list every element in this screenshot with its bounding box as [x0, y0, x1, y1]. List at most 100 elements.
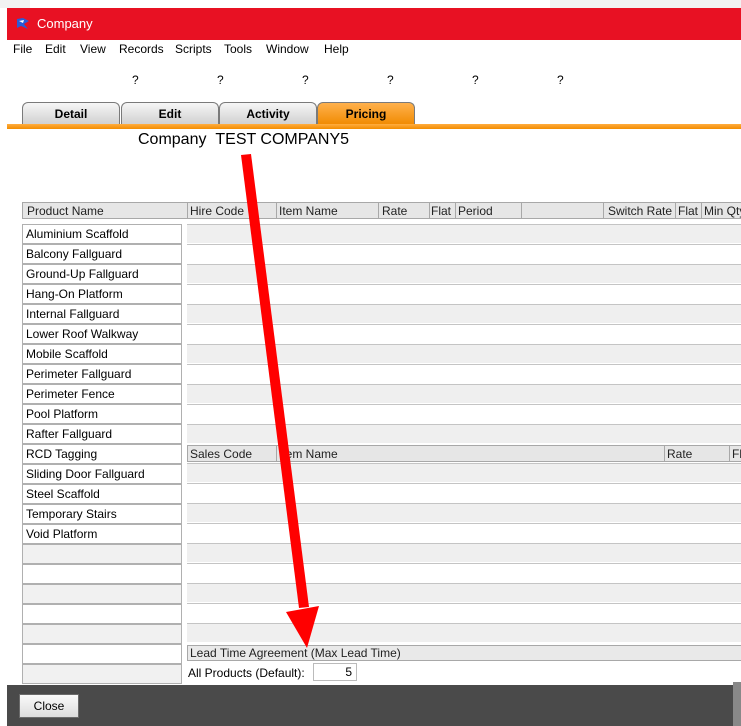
col-rate: Rate — [382, 204, 408, 218]
table-row[interactable] — [187, 224, 741, 243]
col-sales-flat: Fl — [732, 447, 741, 461]
table-row[interactable] — [187, 324, 741, 343]
col-flat: Flat — [431, 204, 452, 218]
product-row[interactable] — [22, 624, 182, 644]
table-row[interactable] — [187, 483, 741, 502]
product-row[interactable]: Hang-On Platform — [22, 284, 182, 304]
lead-time-header: Lead Time Agreement (Max Lead Time) — [187, 645, 741, 661]
product-name: Temporary Stairs — [26, 507, 117, 521]
product-row[interactable]: Temporary Stairs — [22, 504, 182, 524]
product-name-header-label: Product Name — [27, 204, 104, 218]
col-item-name: Item Name — [279, 204, 338, 218]
table-row[interactable] — [187, 304, 741, 323]
product-name: Ground-Up Fallguard — [26, 267, 139, 281]
product-name: Hang-On Platform — [26, 287, 123, 301]
tab-detail[interactable]: Detail — [22, 102, 120, 125]
product-row[interactable] — [22, 644, 182, 664]
toolbar-button-6[interactable]: ? — [557, 73, 564, 87]
product-row[interactable] — [22, 664, 182, 684]
product-row[interactable]: Void Platform — [22, 524, 182, 544]
window-title: Company — [37, 16, 93, 31]
menu-window[interactable]: Window — [266, 42, 309, 56]
product-row[interactable]: Aluminium Scaffold — [22, 224, 182, 244]
menu-view[interactable]: View — [80, 42, 106, 56]
hire-rates-header: Hire Code Item Name Rate Flat Period Swi… — [187, 202, 741, 219]
col-separator — [276, 203, 277, 218]
product-row[interactable]: Ground-Up Fallguard — [22, 264, 182, 284]
toolbar: ? ? ? ? ? ? — [7, 60, 741, 98]
col-separator — [429, 203, 430, 218]
product-row[interactable]: Perimeter Fallguard — [22, 364, 182, 384]
col-separator — [664, 446, 665, 461]
product-row[interactable]: Sliding Door Fallguard — [22, 464, 182, 484]
product-row[interactable] — [22, 604, 182, 624]
menu-file[interactable]: File — [13, 42, 32, 56]
toolbar-button-1[interactable]: ? — [132, 73, 139, 87]
menu-help[interactable]: Help — [324, 42, 349, 56]
col-sales-code: Sales Code — [190, 447, 253, 461]
product-row[interactable] — [22, 584, 182, 604]
table-row[interactable] — [187, 244, 741, 263]
product-row[interactable]: Pool Platform — [22, 404, 182, 424]
col-separator — [701, 203, 702, 218]
lead-time-header-label: Lead Time Agreement (Max Lead Time) — [190, 646, 401, 660]
table-row[interactable] — [187, 563, 741, 582]
product-row[interactable]: Balcony Fallguard — [22, 244, 182, 264]
product-name: Steel Scaffold — [26, 487, 100, 501]
all-products-label: All Products (Default): — [188, 666, 305, 680]
footer-bar: Close — [7, 685, 741, 726]
table-row[interactable] — [187, 603, 741, 622]
toolbar-button-3[interactable]: ? — [302, 73, 309, 87]
col-separator — [455, 203, 456, 218]
title-bar[interactable]: Company — [7, 8, 741, 40]
menu-scripts[interactable]: Scripts — [175, 42, 212, 56]
col-sales-rate: Rate — [667, 447, 693, 461]
product-name: Void Platform — [26, 527, 98, 541]
toolbar-button-4[interactable]: ? — [387, 73, 394, 87]
menu-records[interactable]: Records — [119, 42, 164, 56]
table-row[interactable] — [187, 463, 741, 482]
toolbar-button-5[interactable]: ? — [472, 73, 479, 87]
table-row[interactable] — [187, 583, 741, 602]
product-name: Perimeter Fallguard — [26, 367, 132, 381]
product-name: Rafter Fallguard — [26, 427, 113, 441]
product-row[interactable]: RCD Tagging — [22, 444, 182, 464]
table-row[interactable] — [187, 364, 741, 383]
product-row[interactable]: Internal Fallguard — [22, 304, 182, 324]
col-sales-item-name: Item Name — [279, 447, 338, 461]
table-row[interactable] — [187, 523, 741, 542]
page-title: Company TEST COMPANY5 — [138, 131, 349, 149]
col-separator — [603, 203, 604, 218]
product-row[interactable]: Mobile Scaffold — [22, 344, 182, 364]
table-row[interactable] — [187, 543, 741, 562]
all-products-lead-time-input[interactable]: 5 — [313, 663, 357, 681]
table-row[interactable] — [187, 623, 741, 642]
table-row[interactable] — [187, 404, 741, 423]
table-row[interactable] — [187, 384, 741, 403]
col-switch-rate: Switch Rate — [608, 204, 673, 218]
col-hire-code: Hire Code — [190, 204, 245, 218]
menu-tools[interactable]: Tools — [224, 42, 252, 56]
table-row[interactable] — [187, 344, 741, 363]
table-row[interactable] — [187, 264, 741, 283]
tab-activity[interactable]: Activity — [219, 102, 317, 125]
product-name: Aluminium Scaffold — [26, 227, 129, 241]
table-row[interactable] — [187, 503, 741, 522]
table-row[interactable] — [187, 424, 741, 443]
product-row[interactable] — [22, 564, 182, 584]
close-button[interactable]: Close — [19, 694, 79, 718]
tab-pricing[interactable]: Pricing — [317, 102, 415, 125]
toolbar-button-2[interactable]: ? — [217, 73, 224, 87]
product-row[interactable]: Lower Roof Walkway — [22, 324, 182, 344]
product-row[interactable] — [22, 544, 182, 564]
menu-bar: File Edit View Records Scripts Tools Win… — [7, 40, 741, 60]
product-row[interactable]: Perimeter Fence — [22, 384, 182, 404]
col-separator — [378, 203, 379, 218]
product-name: Mobile Scaffold — [26, 347, 108, 361]
table-row[interactable] — [187, 284, 741, 303]
company-window: Company File Edit View Records Scripts T… — [7, 8, 741, 726]
menu-edit[interactable]: Edit — [45, 42, 66, 56]
product-row[interactable]: Rafter Fallguard — [22, 424, 182, 444]
product-row[interactable]: Steel Scaffold — [22, 484, 182, 504]
tab-edit[interactable]: Edit — [121, 102, 219, 125]
